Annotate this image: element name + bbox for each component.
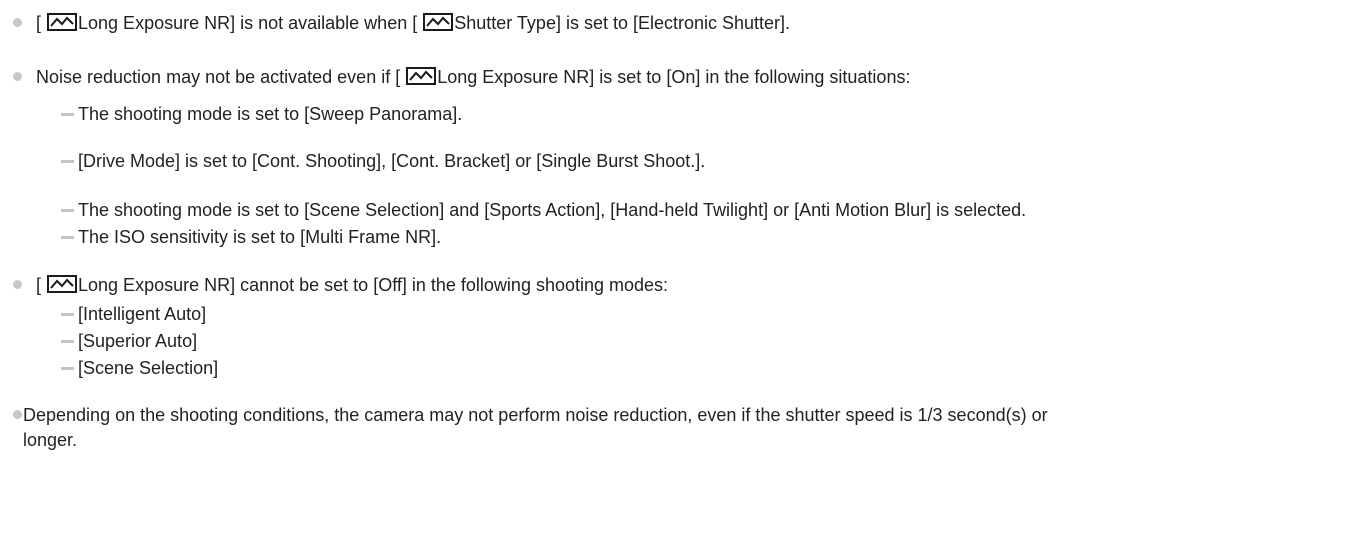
dash-marker [61, 235, 74, 239]
note-1-line: [ Long Exposure NR] is not available when… [36, 11, 790, 35]
list-item: The shooting mode is set to [Sweep Panor… [61, 102, 462, 126]
list-item-text: The shooting mode is set to [Scene Selec… [78, 200, 1027, 220]
shooting-menu-icon [47, 13, 78, 31]
note-4-line: Depending on the shooting conditions, th… [23, 403, 1048, 427]
dash-marker [61, 159, 74, 163]
list-item: The shooting mode is set to [Scene Selec… [61, 198, 1026, 222]
shooting-menu-icon [47, 275, 78, 293]
dash-marker [61, 112, 74, 116]
bullet-dot [13, 280, 22, 289]
list-item: The ISO sensitivity is set to [Multi Fra… [61, 225, 441, 249]
note-3-text-b: Long Exposure NR] cannot be set to [Off]… [78, 275, 669, 295]
note-3-text-a: [ [36, 275, 42, 295]
list-item-text: [Intelligent Auto] [78, 304, 207, 324]
list-item-text: [Drive Mode] is set to [Cont. Shooting],… [78, 151, 706, 171]
list-item: [Scene Selection] [61, 356, 218, 380]
note-1-text-c: Shutter Type] is set to [Electronic Shut… [454, 13, 791, 33]
shooting-menu-icon [406, 67, 437, 85]
note-4-line: longer. [23, 428, 77, 452]
note-2-line: Noise reduction may not be activated eve… [36, 65, 910, 89]
note-4-text-line-2: longer. [23, 430, 78, 450]
dash-marker [61, 208, 74, 212]
list-item-text: [Scene Selection] [78, 358, 219, 378]
bullet-dot [13, 72, 22, 81]
note-2-text-a: Noise reduction may not be activated eve… [36, 67, 401, 87]
note-3-line: [ Long Exposure NR] cannot be set to [Off… [36, 273, 668, 297]
dash-marker [61, 312, 74, 316]
note-2-text-b: Long Exposure NR] is set to [On] in the … [437, 67, 911, 87]
list-item-text: The ISO sensitivity is set to [Multi Fra… [78, 227, 442, 247]
list-item: [Intelligent Auto] [61, 302, 206, 326]
note-1-text-b: Long Exposure NR] is not available when … [78, 13, 418, 33]
dash-marker [61, 339, 74, 343]
note-4-text-line-1: Depending on the shooting conditions, th… [23, 405, 1048, 425]
note-1-text-a: [ [36, 13, 42, 33]
bullet-dot [13, 18, 22, 27]
bullet-dot [13, 410, 22, 419]
list-item: [Drive Mode] is set to [Cont. Shooting],… [61, 149, 705, 173]
shooting-menu-icon [423, 13, 454, 31]
list-item: [Superior Auto] [61, 329, 197, 353]
list-item-text: [Superior Auto] [78, 331, 198, 351]
list-item-text: The shooting mode is set to [Sweep Panor… [78, 104, 463, 124]
dash-marker [61, 366, 74, 370]
